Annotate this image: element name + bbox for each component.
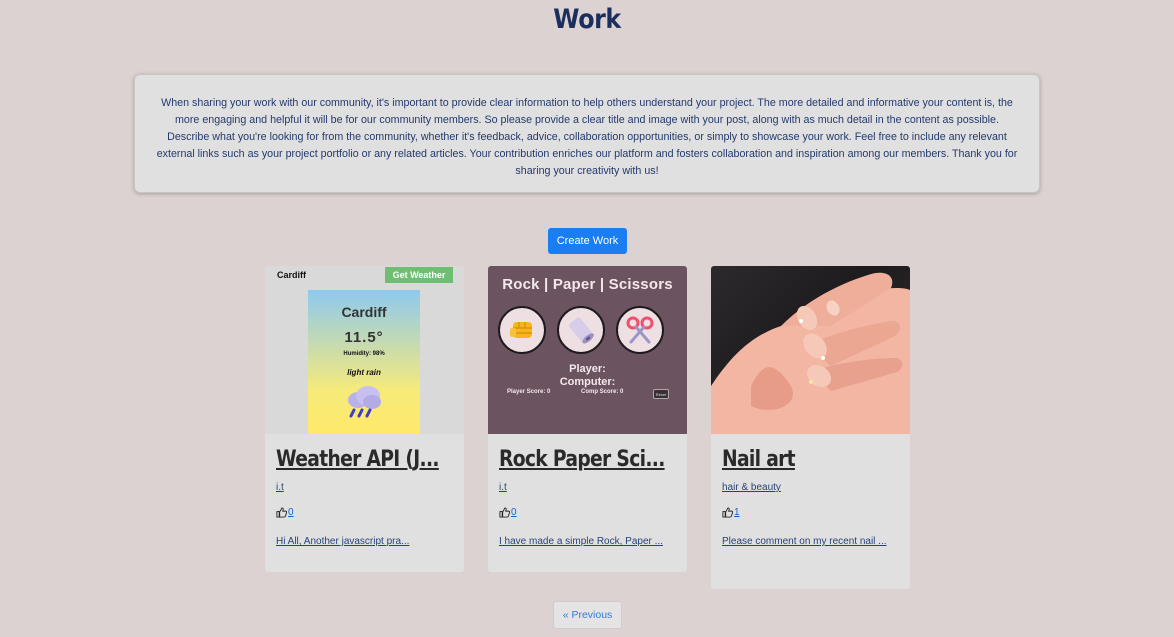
thumb-humidity: Humidity: 98% bbox=[343, 351, 385, 357]
work-card: Rock | Paper | Scissors Player: Computer… bbox=[488, 266, 687, 572]
card-image[interactable]: Rock | Paper | Scissors Player: Computer… bbox=[488, 266, 687, 434]
thumb-desc: light rain bbox=[347, 368, 381, 377]
card-excerpt-link[interactable]: Please comment on my recent nail ... bbox=[722, 533, 892, 550]
card-image[interactable]: Cardiff Get Weather Cardiff 11.5° Humidi… bbox=[265, 266, 464, 434]
create-work-button[interactable]: Create Work bbox=[548, 228, 627, 254]
card-category-link[interactable]: i.t bbox=[276, 482, 453, 493]
work-card: Nail art hair & beauty 1 Please comment … bbox=[711, 266, 910, 589]
card-image[interactable] bbox=[711, 266, 910, 434]
card-excerpt-link[interactable]: I have made a simple Rock, Paper ... bbox=[499, 533, 676, 550]
thumbs-up-icon[interactable] bbox=[499, 507, 510, 518]
work-card: Cardiff Get Weather Cardiff 11.5° Humidi… bbox=[265, 266, 464, 572]
nail-art-photo bbox=[711, 272, 910, 434]
thumb-computer: Computer: bbox=[559, 376, 616, 388]
card-title-link[interactable]: Nail art bbox=[722, 444, 901, 476]
thumb-player: Player: bbox=[569, 363, 606, 375]
rain-cloud-icon bbox=[348, 386, 381, 418]
like-count[interactable]: 0 bbox=[511, 507, 517, 518]
thumb-weather-panel: Cardiff 11.5° Humidity: 98% light rain bbox=[308, 290, 420, 434]
intro-box: When sharing your work with our communit… bbox=[134, 74, 1040, 193]
card-likes: 0 bbox=[276, 507, 453, 518]
page-title: Work bbox=[553, 4, 621, 35]
thumb-get-weather: Get Weather bbox=[385, 267, 453, 283]
card-category-link[interactable]: i.t bbox=[499, 482, 676, 493]
paper-roll-icon bbox=[557, 306, 605, 354]
card-likes: 1 bbox=[722, 507, 899, 518]
intro-text: When sharing your work with our communit… bbox=[156, 97, 1018, 177]
thumb-comp-score: Comp Score: 0 bbox=[581, 389, 624, 395]
thumb-player-labels: Player: Computer: bbox=[488, 363, 687, 389]
card-excerpt-link[interactable]: Hi All, Another javascript pra... bbox=[276, 533, 453, 550]
thumb-city: Cardiff bbox=[341, 304, 387, 320]
card-category-link[interactable]: hair & beauty bbox=[722, 482, 899, 493]
thumb-city-label: Cardiff bbox=[277, 270, 306, 280]
card-likes: 0 bbox=[499, 507, 676, 518]
previous-page-button[interactable]: « Previous bbox=[553, 601, 622, 629]
thumb-reset-button: Reset bbox=[653, 389, 669, 399]
card-title-link[interactable]: Rock Paper Sci... bbox=[499, 444, 678, 476]
thumbs-up-icon[interactable] bbox=[722, 507, 733, 518]
fist-icon bbox=[498, 306, 546, 354]
thumb-player-score: Player Score: 0 bbox=[507, 389, 551, 395]
scissors-icon bbox=[616, 306, 664, 354]
like-count[interactable]: 1 bbox=[734, 507, 740, 518]
thumb-temp: 11.5° bbox=[344, 329, 384, 346]
thumbs-up-icon[interactable] bbox=[276, 507, 287, 518]
like-count[interactable]: 0 bbox=[288, 507, 294, 518]
thumb-rps-title: Rock | Paper | Scissors bbox=[502, 276, 673, 293]
card-title-link[interactable]: Weather API (J... bbox=[276, 444, 455, 476]
